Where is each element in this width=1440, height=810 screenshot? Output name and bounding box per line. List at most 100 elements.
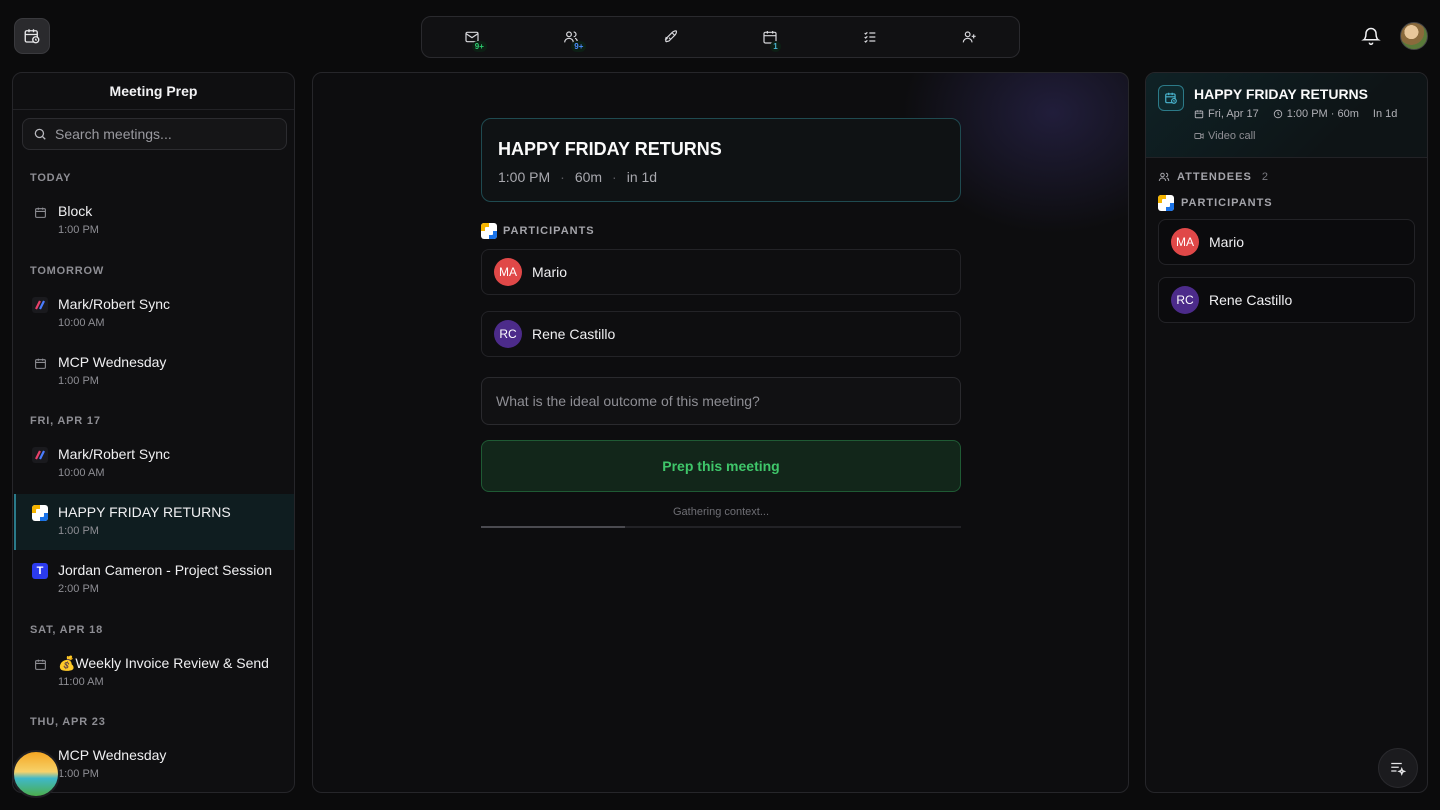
avatar: RC [1171,286,1199,314]
group-label-thu-apr-23: THU, APR 23 [30,716,106,728]
nav-calendar[interactable]: 1 [721,17,821,57]
meeting-title: HAPPY FRIDAY RETURNS [498,139,722,159]
meeting-time: 11:00 AM [58,676,104,688]
participants-label-text: PARTICIPANTS [1181,197,1273,209]
status-text: Gathering context... [673,506,769,518]
details-meta: Fri, Apr 17 1:00 PM · 60m In 1d [1194,108,1397,120]
people-badge: 9+ [571,41,587,52]
group-label-sat-apr-18: SAT, APR 18 [30,624,103,636]
meeting-time: 1:00 PM [58,375,99,387]
nav-mail[interactable]: 9+ [422,17,522,57]
nav-rocket[interactable] [621,17,721,57]
separator-dot: · [612,169,617,185]
search-box [22,118,287,150]
meeting-duration: 60m [574,169,603,185]
details-header: HAPPY FRIDAY RETURNS Fri, Apr 17 1:00 PM… [1146,73,1427,158]
calendar-icon [1194,110,1204,119]
notifications-button[interactable] [1361,26,1381,46]
attendees-count: 2 [1261,171,1268,183]
meeting-title: MCP Wednesday [58,747,167,763]
details-time: 1:00 PM · 60m [1286,108,1359,120]
meeting-time: 1:00 PM [58,768,99,780]
list-sparkle-icon [1391,762,1407,776]
meeting-item[interactable]: 💰Weekly Invoice Review & Send 11:00 AM [14,645,294,701]
location-text: Video call [1208,130,1256,142]
checklist-icon [863,31,876,43]
clock-icon [1273,109,1282,119]
attendee-card[interactable]: MA Mario [1158,219,1415,265]
attendees-label-text: ATTENDEES [1177,171,1252,183]
video-icon [1194,133,1204,139]
nav-add-user[interactable] [920,17,1020,57]
details-date: Fri, Apr 17 [1208,108,1259,120]
rocket-icon [664,30,677,43]
google-calendar-icon [481,223,497,239]
calendar-badge: 1 [770,41,781,52]
people-icon [1158,172,1170,182]
meeting-title: Jordan Cameron - Project Session [58,562,272,578]
t-icon: T [32,563,48,579]
workspace-avatar[interactable] [12,750,60,798]
group-label-today: TODAY [30,172,72,184]
calendar-icon [34,207,46,218]
participant-name: Rene Castillo [532,326,616,342]
calendar-clock-icon [1158,85,1184,111]
attendees-label: ATTENDEES 2 [1158,171,1268,183]
participant-name: Mario [532,264,568,280]
meeting-list-sidebar: Meeting Prep TODAY Block 1:00 PM TOMORRO… [12,72,295,793]
calendar-icon [34,659,46,670]
mail-badge: 9+ [471,41,487,52]
app-home-button[interactable] [14,18,50,54]
nav-people[interactable]: 9+ [522,17,622,57]
user-avatar[interactable] [1400,22,1428,50]
participants-label: PARTICIPANTS [503,225,595,237]
group-label-fri-apr-17: FRI, APR 17 [30,415,101,427]
meeting-item[interactable]: Block 1:00 PM [14,193,294,249]
meeting-item[interactable]: Mark/Robert Sync 10:00 AM [14,286,294,342]
progress-fill [481,526,625,528]
meeting-title: Mark/Robert Sync [58,296,171,312]
avatar: RC [494,320,522,348]
meeting-outcome-input[interactable] [481,377,961,425]
meeting-relative: in 1d [626,169,658,185]
meeting-item-active[interactable]: HAPPY FRIDAY RETURNS 1:00 PM [14,494,294,550]
avatar: MA [494,258,522,286]
meeting-time: 2:00 PM [58,583,99,595]
participant-card[interactable]: RC Rene Castillo [481,311,961,357]
details-participants-label: PARTICIPANTS [1158,195,1273,211]
meeting-title: HAPPY FRIDAY RETURNS [58,504,231,520]
attendee-name: Mario [1209,234,1245,250]
meeting-item[interactable]: MCP Wednesday 1:00 PM [14,344,294,400]
attendee-card[interactable]: RC Rene Castillo [1158,277,1415,323]
meeting-time: 1:00 PM [58,224,99,236]
top-navigation: 9+ 9+ 1 [421,16,1020,58]
bell-icon [1361,27,1381,46]
avatar: MA [1171,228,1199,256]
meeting-item[interactable]: Mark/Robert Sync 10:00 AM [14,436,294,492]
meeting-details-panel: HAPPY FRIDAY RETURNS Fri, Apr 17 1:00 PM… [1145,72,1428,793]
ai-assistant-button[interactable] [1378,748,1418,788]
sidebar-title: Meeting Prep [13,73,294,110]
meeting-title: Mark/Robert Sync [58,446,171,462]
meeting-time: 10:00 AM [58,467,105,479]
nav-checklist[interactable] [820,17,920,57]
group-label-tomorrow: TOMORROW [30,265,105,277]
meeting-title: 💰Weekly Invoice Review & Send [58,655,269,671]
stripe-icon [32,297,48,313]
meeting-time: 1:00 PM [58,525,99,537]
search-input[interactable] [55,126,275,142]
participant-card[interactable]: MA Mario [481,249,961,295]
attendee-name: Rene Castillo [1209,292,1293,308]
progress-bar [481,526,961,528]
calendar-icon [34,358,46,369]
calendar-clock-icon [24,29,40,44]
meeting-item[interactable]: T Jordan Cameron - Project Session 2:00 … [14,552,294,608]
meeting-title: Block [58,203,93,219]
google-calendar-icon [32,505,48,521]
meeting-time: 10:00 AM [58,317,105,329]
meeting-title: MCP Wednesday [58,354,167,370]
google-calendar-icon [1158,195,1174,211]
add-user-icon [962,31,976,43]
meeting-prep-main: HAPPY FRIDAY RETURNS 1:00 PM · 60m · in … [312,72,1129,793]
prep-meeting-button[interactable]: Prep this meeting [481,440,961,492]
